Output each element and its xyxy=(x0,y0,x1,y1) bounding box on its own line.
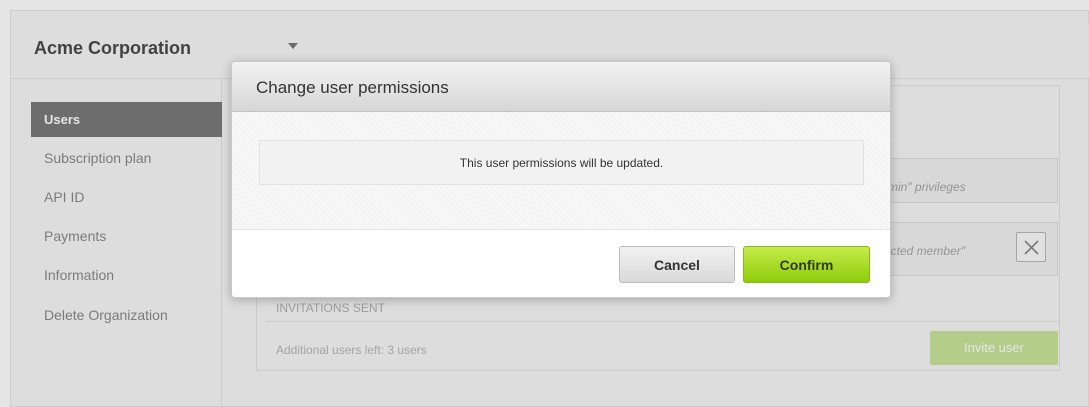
dialog-title: Change user permissions xyxy=(256,78,449,97)
dialog-footer: Cancel Confirm xyxy=(232,229,890,297)
dialog-message: This user permissions will be updated. xyxy=(459,156,664,170)
dialog-header: Change user permissions xyxy=(232,62,890,112)
message-box: This user permissions will be updated. xyxy=(259,140,864,185)
dialog-body: This user permissions will be updated. xyxy=(232,112,890,229)
change-permissions-dialog: Change user permissions This user permis… xyxy=(231,61,891,298)
cancel-button[interactable]: Cancel xyxy=(619,246,735,283)
confirm-button[interactable]: Confirm xyxy=(743,246,870,283)
